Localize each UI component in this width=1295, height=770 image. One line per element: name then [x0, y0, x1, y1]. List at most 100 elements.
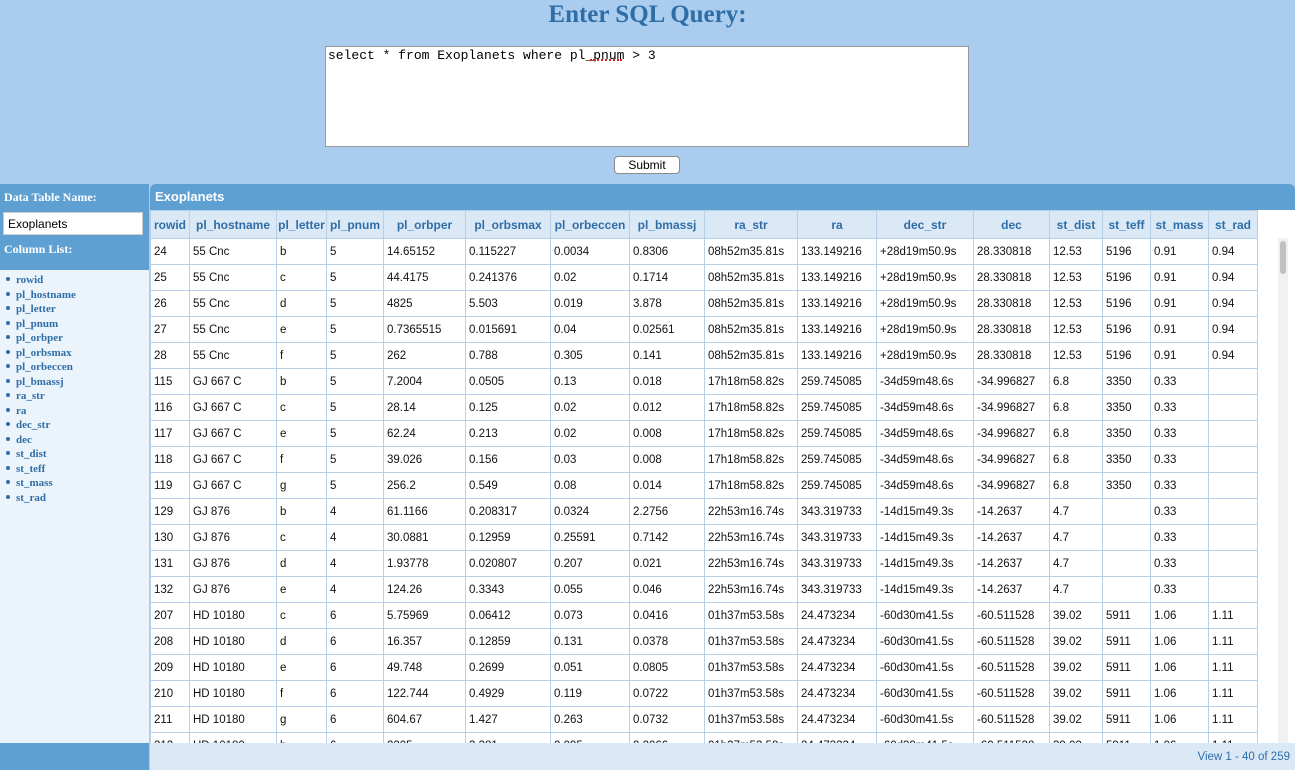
column-header[interactable]: pl_hostname — [189, 210, 277, 239]
table-row[interactable]: 208 HD 10180 d 6 16.357 0.12859 0.131 0.0378 01h… — [150, 628, 1258, 655]
column-list-item[interactable]: st_mass — [6, 476, 149, 491]
table-cell: 28.330818 — [973, 238, 1050, 265]
grid-caption: Exoplanets — [150, 184, 1295, 210]
column-list-item[interactable]: pl_orbper — [6, 331, 149, 346]
column-header[interactable]: pl_letter — [276, 210, 327, 239]
table-row[interactable]: 26 55 Cnc d 5 4825 5.503 0.019 3.878 08h52m35.81… — [150, 290, 1258, 317]
column-header[interactable]: dec_str — [876, 210, 974, 239]
table-name-input[interactable] — [3, 212, 143, 235]
table-row[interactable]: 118 GJ 667 Cf 5 39.026 0.156 0.03 0.008 17h18m5… — [150, 446, 1258, 473]
column-header[interactable]: st_rad — [1208, 210, 1258, 239]
column-list-item[interactable]: pl_bmassj — [6, 375, 149, 390]
table-cell: 0.33 — [1150, 368, 1209, 395]
table-cell: 39.02 — [1049, 602, 1103, 629]
column-header[interactable]: pl_orbper — [383, 210, 466, 239]
column-list-item[interactable]: ra_str — [6, 389, 149, 404]
table-cell: 0.33 — [1150, 446, 1209, 473]
sql-query-input[interactable]: select * from Exoplanets where pl_pnum >… — [325, 46, 969, 147]
table-row[interactable]: 116 GJ 667 Cc 5 28.14 0.125 0.02 0.012 17h18m58… — [150, 394, 1258, 421]
column-header[interactable]: pl_bmassj — [629, 210, 705, 239]
table-cell: 5196 — [1102, 290, 1151, 317]
scrollbar-thumb[interactable] — [1280, 241, 1286, 274]
table-cell: GJ 667 C — [189, 420, 277, 447]
table-cell: 0.008 — [629, 446, 705, 473]
column-list-item[interactable]: dec — [6, 433, 149, 448]
column-list-item[interactable]: st_rad — [6, 491, 149, 506]
column-header[interactable]: ra — [797, 210, 877, 239]
column-header[interactable]: pl_orbeccen — [550, 210, 630, 239]
table-cell: 17h18m58.82s — [704, 446, 798, 473]
table-cell: 0.2699 — [465, 654, 551, 681]
table-cell: 4.7 — [1049, 498, 1103, 525]
submit-button[interactable]: Submit — [614, 156, 680, 174]
table-cell: 133.149216 — [797, 264, 877, 291]
table-cell: -60.511528 — [973, 654, 1050, 681]
column-list-item[interactable]: pl_orbsmax — [6, 346, 149, 361]
table-row[interactable]: 28 55 Cnc f 5 262 0.788 0.305 0.141 08h52m35.81s… — [150, 342, 1258, 369]
table-row[interactable]: 211 HD 10180 g 6 604.67 1.427 0.263 0.0732 01h37… — [150, 706, 1258, 733]
table-cell: 0.94 — [1208, 264, 1258, 291]
table-cell: HD 10180 — [189, 732, 277, 743]
column-list-item[interactable]: dec_str — [6, 418, 149, 433]
table-cell: 0.33 — [1150, 472, 1209, 499]
table-row[interactable]: 212HD 10180h622053.3810.0950.206601h37m5… — [150, 732, 1258, 743]
table-cell: -34d59m48.6s — [876, 394, 974, 421]
column-list-item[interactable]: pl_hostname — [6, 288, 149, 303]
column-header[interactable]: ra_str — [704, 210, 798, 239]
table-cell: 22h53m16.74s — [704, 550, 798, 577]
table-cell: 0.02561 — [629, 316, 705, 343]
table-cell: 0.03 — [550, 446, 630, 473]
grid-body[interactable]: rowid pl_hostname pl_letter pl_pnum pl_orbpe… — [150, 210, 1295, 743]
table-cell: 6.8 — [1049, 368, 1103, 395]
table-cell: f — [276, 446, 327, 473]
table-cell: 0.08 — [550, 472, 630, 499]
table-cell: 1.11 — [1208, 654, 1258, 681]
table-row[interactable]: 119 GJ 667 Cg 5 256.2 0.549 0.08 0.014 17h18m58… — [150, 472, 1258, 499]
table-row[interactable]: 132 GJ 876 e 4 124.26 0.3343 0.055 0.046 22h53m1… — [150, 576, 1258, 603]
column-header[interactable]: rowid — [150, 210, 190, 239]
table-row[interactable]: 209 HD 10180 e 6 49.748 0.2699 0.051 0.0805 01h3… — [150, 654, 1258, 681]
table-cell: -60d30m41.5s — [876, 654, 974, 681]
column-list-item[interactable]: rowid — [6, 273, 149, 288]
column-name: ra — [16, 404, 27, 417]
table-cell: -60.511528 — [973, 732, 1050, 743]
table-row[interactable]: 130 GJ 876 c 4 30.0881 0.12959 0.25591 0.7142 22… — [150, 524, 1258, 551]
table-row[interactable]: 25 55 Cnc c 5 44.4175 0.241376 0.02 0.1714 08h52… — [150, 264, 1258, 291]
table-cell: 208 — [150, 628, 190, 655]
column-header[interactable]: st_teff — [1102, 210, 1151, 239]
column-list-item[interactable]: pl_orbeccen — [6, 360, 149, 375]
column-list-item[interactable]: ra — [6, 404, 149, 419]
column-header[interactable]: st_mass — [1150, 210, 1209, 239]
table-row[interactable]: 24 55 Cnc b 5 14.65152 0.115227 0.0034 0.8306 08… — [150, 238, 1258, 265]
column-list-item[interactable]: st_teff — [6, 462, 149, 477]
table-row[interactable]: 207 HD 10180 c 6 5.75969 0.06412 0.073 0.0416 01… — [150, 602, 1258, 629]
column-list-item[interactable]: st_dist — [6, 447, 149, 462]
table-cell: 131 — [150, 550, 190, 577]
table-row[interactable]: 210 HD 10180 f 6 122.744 0.4929 0.119 0.0722 01h… — [150, 680, 1258, 707]
table-row[interactable]: 117 GJ 667 Ce 5 62.24 0.213 0.02 0.008 17h18m58… — [150, 420, 1258, 447]
table-cell: -60.511528 — [973, 680, 1050, 707]
column-name: pl_bmassj — [16, 375, 64, 388]
table-cell: 0.115227 — [465, 238, 551, 265]
table-cell: 0.1714 — [629, 264, 705, 291]
column-list-item[interactable]: pl_letter — [6, 302, 149, 317]
table-cell: e — [276, 576, 327, 603]
column-header[interactable]: pl_pnum — [326, 210, 384, 239]
table-cell: e — [276, 654, 327, 681]
table-cell: 0.12859 — [465, 628, 551, 655]
column-header[interactable]: pl_orbsmax — [465, 210, 551, 239]
table-cell: -14.2637 — [973, 576, 1050, 603]
table-row[interactable]: 115 GJ 667 Cb 5 7.2004 0.0505 0.13 0.018 17h18m… — [150, 368, 1258, 395]
table-cell: 1.06 — [1150, 602, 1209, 629]
table-cell: +28d19m50.9s — [876, 238, 974, 265]
column-header[interactable]: st_dist — [1049, 210, 1103, 239]
table-row[interactable]: 129 GJ 876 b 4 61.1166 0.208317 0.0324 2.2756 22… — [150, 498, 1258, 525]
table-cell — [1208, 576, 1258, 603]
column-header[interactable]: dec — [973, 210, 1050, 239]
vertical-scrollbar[interactable] — [1278, 238, 1288, 743]
table-cell: 3.381 — [465, 732, 551, 743]
table-row[interactable]: 131 GJ 876 d 4 1.93778 0.020807 0.207 0.021 22h5… — [150, 550, 1258, 577]
table-cell: 0.055 — [550, 576, 630, 603]
table-row[interactable]: 27 55 Cnc e 5 0.7365515 0.015691 0.04 0.02561 08… — [150, 316, 1258, 343]
column-list-item[interactable]: pl_pnum — [6, 317, 149, 332]
